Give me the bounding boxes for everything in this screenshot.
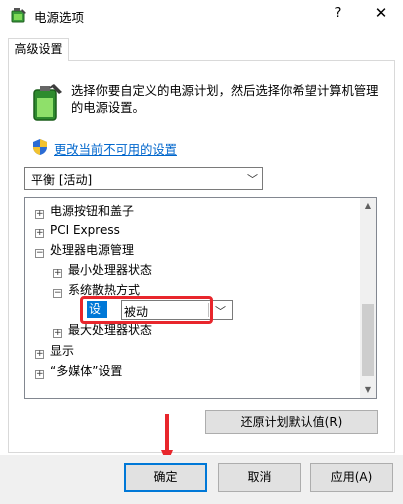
cancel-button[interactable]: 取消 [218, 463, 301, 492]
expand-icon[interactable]: + [35, 229, 44, 238]
chevron-down-icon: ﹀ [247, 173, 258, 186]
battery-plug-icon [33, 84, 62, 121]
chevron-down-icon: ﹀ [215, 305, 226, 318]
expand-icon[interactable]: + [35, 350, 44, 359]
uac-shield-icon [33, 139, 47, 155]
tree-item-processor-power[interactable]: − 处理器电源管理 [35, 241, 134, 259]
tree-item-label: “多媒体”设置 [50, 364, 123, 378]
tree-item-label: 最小处理器状态 [68, 263, 153, 277]
tab-advanced-settings[interactable]: 高级设置 [8, 38, 69, 61]
expand-icon[interactable]: + [53, 329, 62, 338]
tree-item-label: PCI Express [50, 223, 120, 237]
restore-plan-defaults-button[interactable]: 还原计划默认值(R) [205, 410, 378, 434]
title-bar: 电源选项 ? ✕ [0, 0, 403, 30]
tree-item-label: 电源按钮和盖子 [50, 204, 135, 218]
tree-item-label: 最大处理器状态 [68, 323, 153, 337]
tree-item-power-buttons[interactable]: + 电源按钮和盖子 [35, 202, 134, 220]
tree-item-label: 显示 [50, 344, 75, 358]
tree-item-pci-express[interactable]: + PCI Express [35, 221, 120, 239]
collapse-icon[interactable]: − [53, 289, 62, 298]
tree-item-min-processor-state[interactable]: + 最小处理器状态 [53, 261, 152, 279]
scroll-down-arrow-icon[interactable]: ▼ [360, 382, 376, 398]
help-button[interactable]: ? [331, 6, 345, 21]
change-unavailable-settings-link[interactable]: 更改当前不可用的设置 [54, 140, 177, 158]
expand-icon[interactable]: + [35, 210, 44, 219]
expand-icon[interactable]: + [35, 370, 44, 379]
ok-button[interactable]: 确定 [124, 463, 207, 492]
power-plan-value: 平衡 [活动] [31, 173, 93, 187]
power-options-icon [11, 8, 26, 23]
power-plan-select[interactable]: 平衡 [活动] ﹀ [24, 167, 263, 190]
collapse-icon[interactable]: − [35, 249, 44, 258]
window-title: 电源选项 [34, 10, 85, 25]
tree-item-label: 处理器电源管理 [50, 243, 135, 257]
close-button[interactable]: ✕ [374, 4, 388, 22]
tree-item-display[interactable]: + 显示 [35, 342, 74, 360]
scroll-thumb[interactable] [362, 304, 374, 376]
tree-item-multimedia[interactable]: + “多媒体”设置 [35, 362, 122, 380]
tree-scrollbar[interactable]: ▲ ▼ [360, 198, 376, 398]
scroll-up-arrow-icon[interactable]: ▲ [360, 198, 376, 214]
expand-icon[interactable]: + [53, 269, 62, 278]
apply-button[interactable]: 应用(A) [310, 463, 393, 492]
tree-item-label: 系统散热方式 [68, 283, 141, 297]
intro-text: 选择你要自定义的电源计划，然后选择你希望计算机管理的电源设置。 [71, 84, 379, 115]
annotation-highlight-box [80, 296, 213, 324]
